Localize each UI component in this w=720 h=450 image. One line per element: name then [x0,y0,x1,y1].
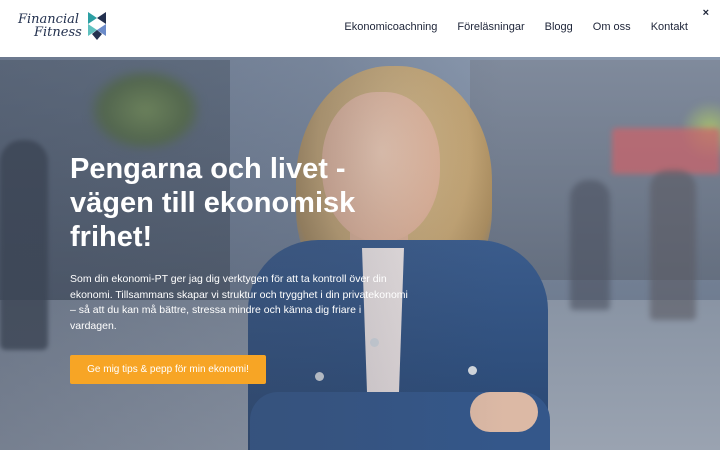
hero-headline: Pengarna och livet - vägen till ekonomis… [70,153,356,253]
nav-item-ekonomicoachning[interactable]: Ekonomicoachning [344,21,437,33]
nav-item-blogg[interactable]: Blogg [545,21,573,33]
logo-wordmark: Financial Fitness [18,13,82,39]
site-logo[interactable]: Financial Fitness [18,12,106,40]
nav-item-om-oss[interactable]: Om oss [593,21,631,33]
nav-item-kontakt[interactable]: Kontakt [651,21,688,33]
cta-button[interactable]: Ge mig tips & pepp för min ekonomi! [70,355,266,384]
close-icon[interactable]: × [703,7,709,19]
nav-item-forelasningar[interactable]: Föreläsningar [457,21,524,33]
site-header: Financial Fitness Ekonomicoachning Förel… [0,0,720,57]
logo-mark-icon [87,12,106,40]
hero-description: Som din ekonomi-PT ger jag dig verktygen… [70,273,408,332]
main-navigation: Ekonomicoachning Föreläsningar Blogg Om … [344,21,688,33]
logo-line-2: Fitness [34,25,82,40]
